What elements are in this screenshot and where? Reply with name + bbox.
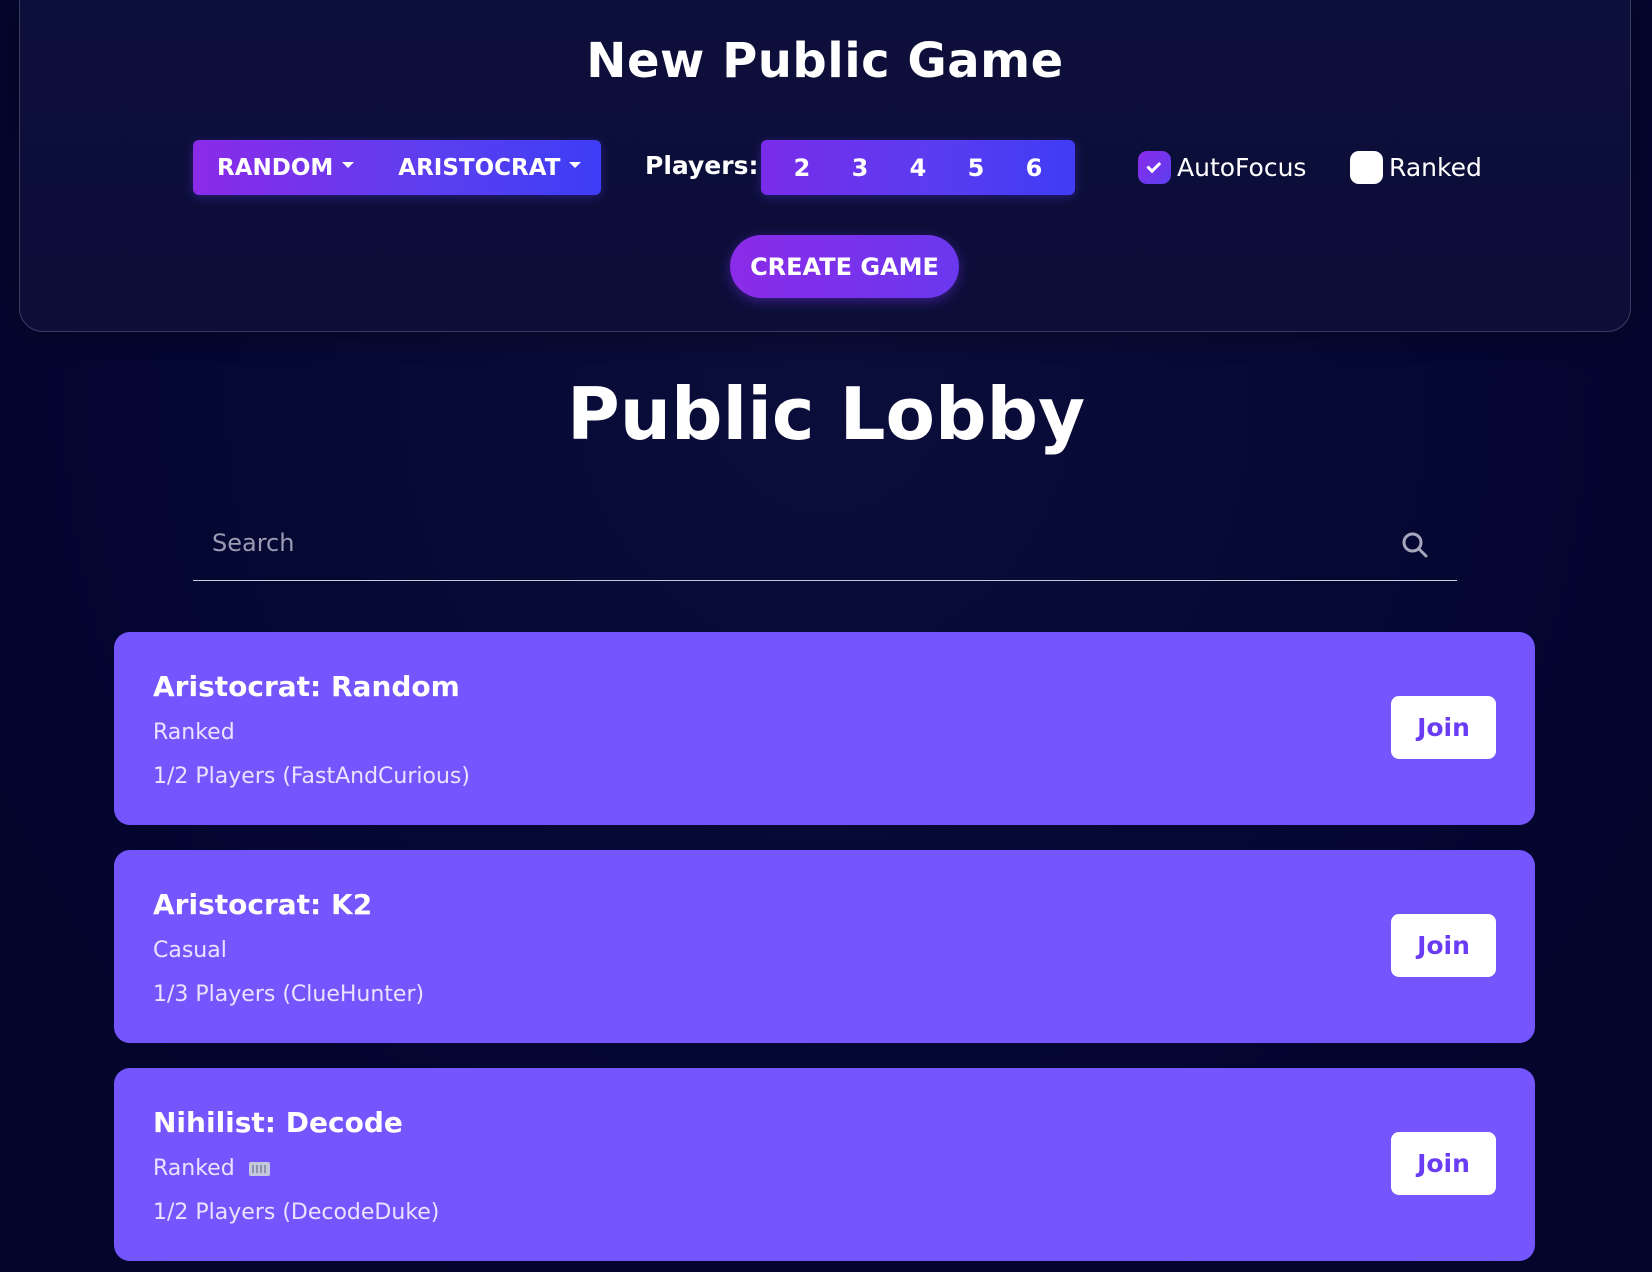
game-players: 1/3 Players (ClueHunter)	[153, 982, 425, 1007]
game-mode: Casual	[153, 938, 227, 963]
join-button[interactable]: Join	[1391, 914, 1496, 977]
new-game-title: New Public Game	[586, 33, 1064, 89]
autofocus-label: AutoFocus	[1177, 153, 1307, 182]
autofocus-toggle[interactable]: AutoFocus	[1138, 151, 1306, 184]
game-mode-label: Ranked	[153, 1156, 235, 1181]
new-game-panel: New Public Game RANDOM ARISTOCRAT Player…	[19, 0, 1631, 332]
game-mode-label: Casual	[153, 938, 227, 963]
game-players: 1/2 Players (DecodeDuke)	[153, 1200, 440, 1225]
game-title: Aristocrat: K2	[153, 888, 373, 921]
cipher-selector-group: RANDOM ARISTOCRAT	[193, 140, 601, 195]
game-title: Aristocrat: Random	[153, 670, 460, 703]
game-card: Aristocrat: K2 Casual 1/3 Players (ClueH…	[114, 850, 1535, 1043]
players-option-3[interactable]: 3	[835, 154, 885, 182]
players-selector: 2 3 4 5 6	[761, 140, 1075, 195]
join-button[interactable]: Join	[1391, 696, 1496, 759]
players-option-5[interactable]: 5	[951, 154, 1001, 182]
ranked-checkbox[interactable]	[1350, 151, 1383, 184]
public-lobby-title: Public Lobby	[566, 372, 1086, 456]
checkmark-icon	[1146, 157, 1162, 173]
type-dropdown[interactable]: ARISTOCRAT	[378, 140, 605, 195]
game-mode: Ranked	[153, 720, 235, 745]
keyboard-icon	[248, 1161, 270, 1176]
players-option-4[interactable]: 4	[893, 154, 943, 182]
search-input[interactable]	[193, 513, 1393, 573]
chevron-down-icon	[569, 161, 582, 168]
search-icon[interactable]	[1401, 531, 1429, 559]
cipher-dropdown[interactable]: RANDOM	[193, 140, 378, 195]
join-button[interactable]: Join	[1391, 1132, 1496, 1195]
create-game-button[interactable]: CREATE GAME	[730, 235, 959, 298]
ranked-label: Ranked	[1389, 153, 1482, 182]
players-label: Players:	[645, 151, 759, 180]
game-players: 1/2 Players (FastAndCurious)	[153, 764, 470, 789]
type-dropdown-label: ARISTOCRAT	[398, 154, 561, 181]
autofocus-checkbox[interactable]	[1138, 151, 1171, 184]
game-mode: Ranked	[153, 1156, 270, 1181]
ranked-toggle[interactable]: Ranked	[1350, 151, 1482, 184]
players-option-6[interactable]: 6	[1009, 154, 1059, 182]
game-card: Nihilist: Decode Ranked 1/2 Players (Dec…	[114, 1068, 1535, 1261]
cipher-dropdown-label: RANDOM	[217, 154, 334, 181]
game-mode-label: Ranked	[153, 720, 235, 745]
game-title: Nihilist: Decode	[153, 1106, 403, 1139]
search-bar	[193, 513, 1457, 581]
chevron-down-icon	[342, 161, 355, 168]
game-card: Aristocrat: Random Ranked 1/2 Players (F…	[114, 632, 1535, 825]
players-option-2[interactable]: 2	[777, 154, 827, 182]
